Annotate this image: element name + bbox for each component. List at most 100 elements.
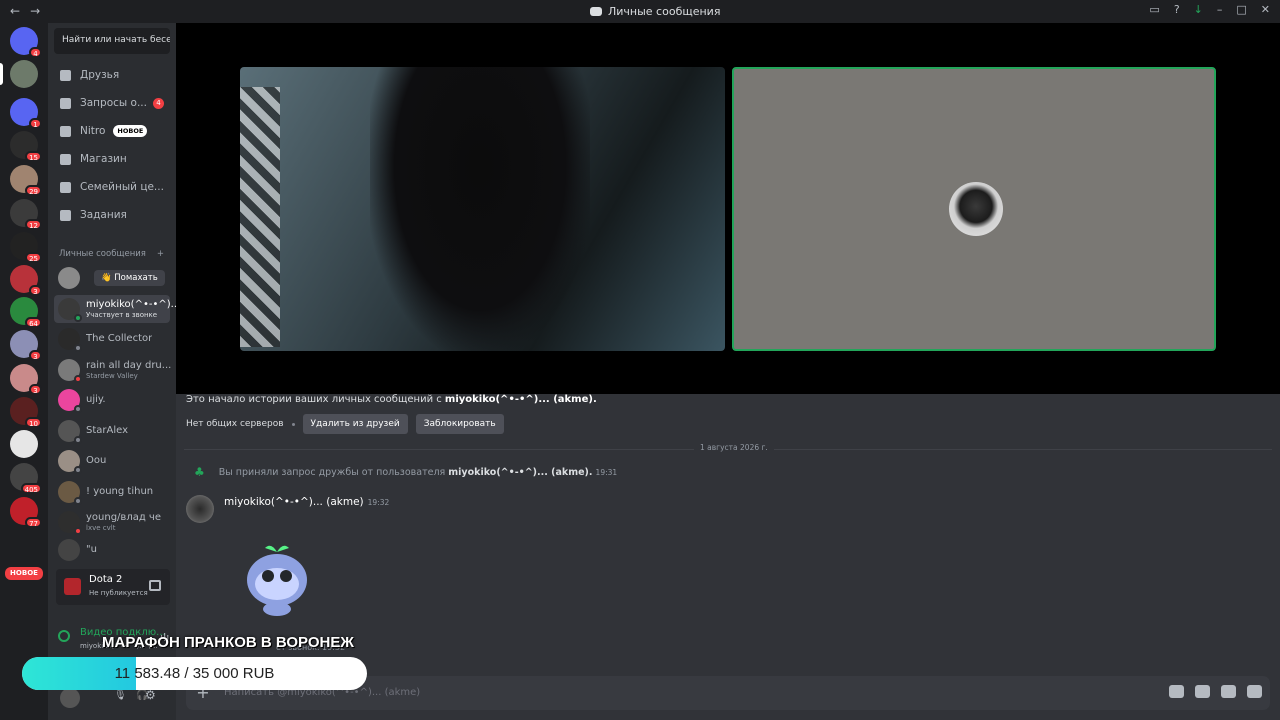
add-dm-button[interactable]: + bbox=[157, 249, 164, 259]
settings-gear-icon[interactable]: ⚙ bbox=[145, 688, 156, 702]
window-title: Личные сообщения bbox=[590, 5, 720, 18]
nav-label: Nitro bbox=[80, 125, 106, 137]
server-badge: 4 bbox=[29, 47, 42, 58]
video-tile-local[interactable] bbox=[732, 67, 1216, 351]
minimize-icon[interactable]: – bbox=[1217, 3, 1223, 16]
server-icon[interactable]: 29 bbox=[10, 165, 42, 196]
no-mutual-servers: Нет общих серверов bbox=[186, 419, 284, 429]
server-badge: 15 bbox=[25, 151, 42, 162]
window-controls: ▭ ? ↓ – □ ✕ bbox=[1149, 3, 1270, 16]
dm-item[interactable]: Oou bbox=[54, 447, 170, 475]
status-dot bbox=[74, 344, 82, 352]
maximize-icon[interactable]: □ bbox=[1236, 3, 1246, 16]
server-icon[interactable]: 77 bbox=[10, 497, 42, 528]
nav-family-center[interactable]: Семейный це... bbox=[54, 175, 170, 199]
dm-item[interactable]: StarAlex bbox=[54, 417, 170, 445]
gif-icon[interactable] bbox=[1169, 685, 1184, 698]
nav-nitro[interactable]: Nitro НОВОЕ bbox=[54, 119, 170, 143]
remove-friend-button[interactable]: Удалить из друзей bbox=[302, 414, 408, 434]
call-area bbox=[176, 23, 1280, 394]
stream-icon[interactable] bbox=[149, 580, 161, 591]
server-icon[interactable]: 10 bbox=[10, 397, 42, 428]
back-arrow-icon[interactable]: ← bbox=[10, 4, 20, 18]
dm-section-header: Личные сообщения + bbox=[59, 249, 164, 259]
dm-subtitle: Участвует в звонке bbox=[86, 311, 158, 319]
system-name[interactable]: miyokiko(^•-•^)... (akme). bbox=[448, 467, 592, 478]
avatar bbox=[58, 511, 82, 535]
server-icon[interactable] bbox=[10, 60, 38, 88]
inbox-icon[interactable]: ▭ bbox=[1149, 3, 1159, 16]
author-name[interactable]: miyokiko(^•-•^)... (akme) bbox=[224, 496, 364, 508]
server-badge: 3 bbox=[29, 285, 42, 296]
help-icon[interactable]: ? bbox=[1174, 3, 1180, 16]
nav-label: Задания bbox=[80, 209, 127, 221]
status-dot bbox=[74, 314, 82, 322]
signal-icon[interactable] bbox=[58, 630, 70, 642]
server-icon[interactable]: 3 bbox=[10, 364, 42, 395]
nav-quests[interactable]: Задания bbox=[54, 203, 170, 227]
server-icon[interactable]: 405 bbox=[10, 463, 42, 494]
server-icon[interactable] bbox=[10, 430, 38, 458]
server-badge: 10 bbox=[25, 417, 42, 428]
dm-item[interactable]: rain all day dru... Stardew Valley bbox=[54, 356, 171, 384]
dm-item[interactable]: ujiy. bbox=[54, 386, 170, 414]
profile-actions: Нет общих серверов Удалить из друзей Заб… bbox=[186, 414, 504, 434]
nav-message-requests[interactable]: Запросы о... 4 bbox=[54, 91, 170, 115]
search-input[interactable]: Найти или начать бесе... bbox=[54, 28, 170, 54]
dm-name: "u bbox=[86, 544, 97, 555]
dm-name: Oou bbox=[86, 455, 107, 466]
date-divider: 1 августа 2026 г. bbox=[184, 443, 1272, 452]
dm-item[interactable]: miyokiko(^•-•^)... Участвует в звонке bbox=[54, 295, 180, 323]
server-icon[interactable]: 3 bbox=[10, 265, 42, 296]
window-title-text: Личные сообщения bbox=[608, 5, 721, 18]
new-badge: НОВОЕ bbox=[113, 125, 148, 137]
separator-dot bbox=[291, 422, 295, 426]
dm-name: ! young tihun bbox=[86, 486, 154, 497]
author-avatar[interactable] bbox=[186, 495, 214, 523]
intro-text: Это начало истории ваших личных сообщени… bbox=[186, 394, 445, 405]
wave-button[interactable]: 👋 Помахать bbox=[94, 270, 165, 286]
game-name: Dota 2 bbox=[89, 574, 123, 585]
nav-label: Семейный це... bbox=[80, 181, 164, 193]
donation-title: МАРАФОН ПРАНКОВ В ВОРОНЕЖ bbox=[102, 634, 354, 651]
dm-name: The Collector bbox=[86, 333, 153, 344]
status-dot bbox=[74, 405, 82, 413]
system-message: ♣ Вы приняли запрос дружбы от пользовате… bbox=[194, 465, 617, 479]
dm-item[interactable]: The Collector bbox=[54, 325, 170, 353]
video-tile-remote[interactable] bbox=[240, 67, 725, 351]
donation-progress-bar: 11 583.48 / 35 000 RUB bbox=[22, 657, 367, 690]
person-silhouette bbox=[370, 67, 590, 351]
checkered-pattern bbox=[240, 87, 280, 347]
server-icon[interactable]: 64 bbox=[10, 297, 42, 328]
dm-sidebar: Найти или начать бесе... Друзья Запросы … bbox=[48, 23, 180, 720]
wumpus-sticker[interactable] bbox=[236, 536, 318, 618]
block-button[interactable]: Заблокировать bbox=[415, 414, 504, 434]
dm-item[interactable]: "u bbox=[54, 538, 170, 562]
nav-shop[interactable]: Магазин bbox=[54, 147, 170, 171]
server-badge: 29 bbox=[25, 185, 42, 196]
server-icon[interactable]: 25 bbox=[10, 232, 42, 263]
server-icon[interactable]: 15 bbox=[10, 131, 42, 162]
forward-arrow-icon[interactable]: → bbox=[30, 4, 40, 18]
dota-icon bbox=[64, 578, 81, 595]
dm-item[interactable]: ! young tihun bbox=[54, 478, 170, 506]
download-icon[interactable]: ↓ bbox=[1194, 3, 1203, 16]
new-badge: НОВОЕ bbox=[5, 567, 43, 580]
nav-friends[interactable]: Друзья bbox=[54, 63, 170, 87]
server-icon[interactable]: 1 bbox=[10, 98, 42, 129]
emoji-icon[interactable] bbox=[1221, 685, 1236, 698]
apps-icon[interactable] bbox=[1247, 685, 1262, 698]
dm-item[interactable]: young/влад че lxve cvlt bbox=[54, 508, 170, 536]
friends-icon bbox=[60, 69, 71, 81]
close-icon[interactable]: ✕ bbox=[1261, 3, 1270, 16]
server-badge: 3 bbox=[29, 384, 42, 395]
sticker-icon[interactable] bbox=[1195, 685, 1210, 698]
home-button[interactable]: 4 bbox=[10, 27, 42, 58]
donation-progress-text: 11 583.48 / 35 000 RUB bbox=[114, 665, 275, 682]
mic-icon[interactable]: 🎙 bbox=[114, 690, 127, 701]
user-avatar[interactable] bbox=[60, 688, 80, 708]
dm-wave-row[interactable]: 👋 Помахать bbox=[54, 264, 170, 292]
server-rail: 4 1 15 29 12 25 3 64 3 3 10 405 77 НОВОЕ bbox=[0, 23, 48, 720]
server-icon[interactable]: 12 bbox=[10, 199, 42, 230]
server-icon[interactable]: 3 bbox=[10, 330, 42, 361]
